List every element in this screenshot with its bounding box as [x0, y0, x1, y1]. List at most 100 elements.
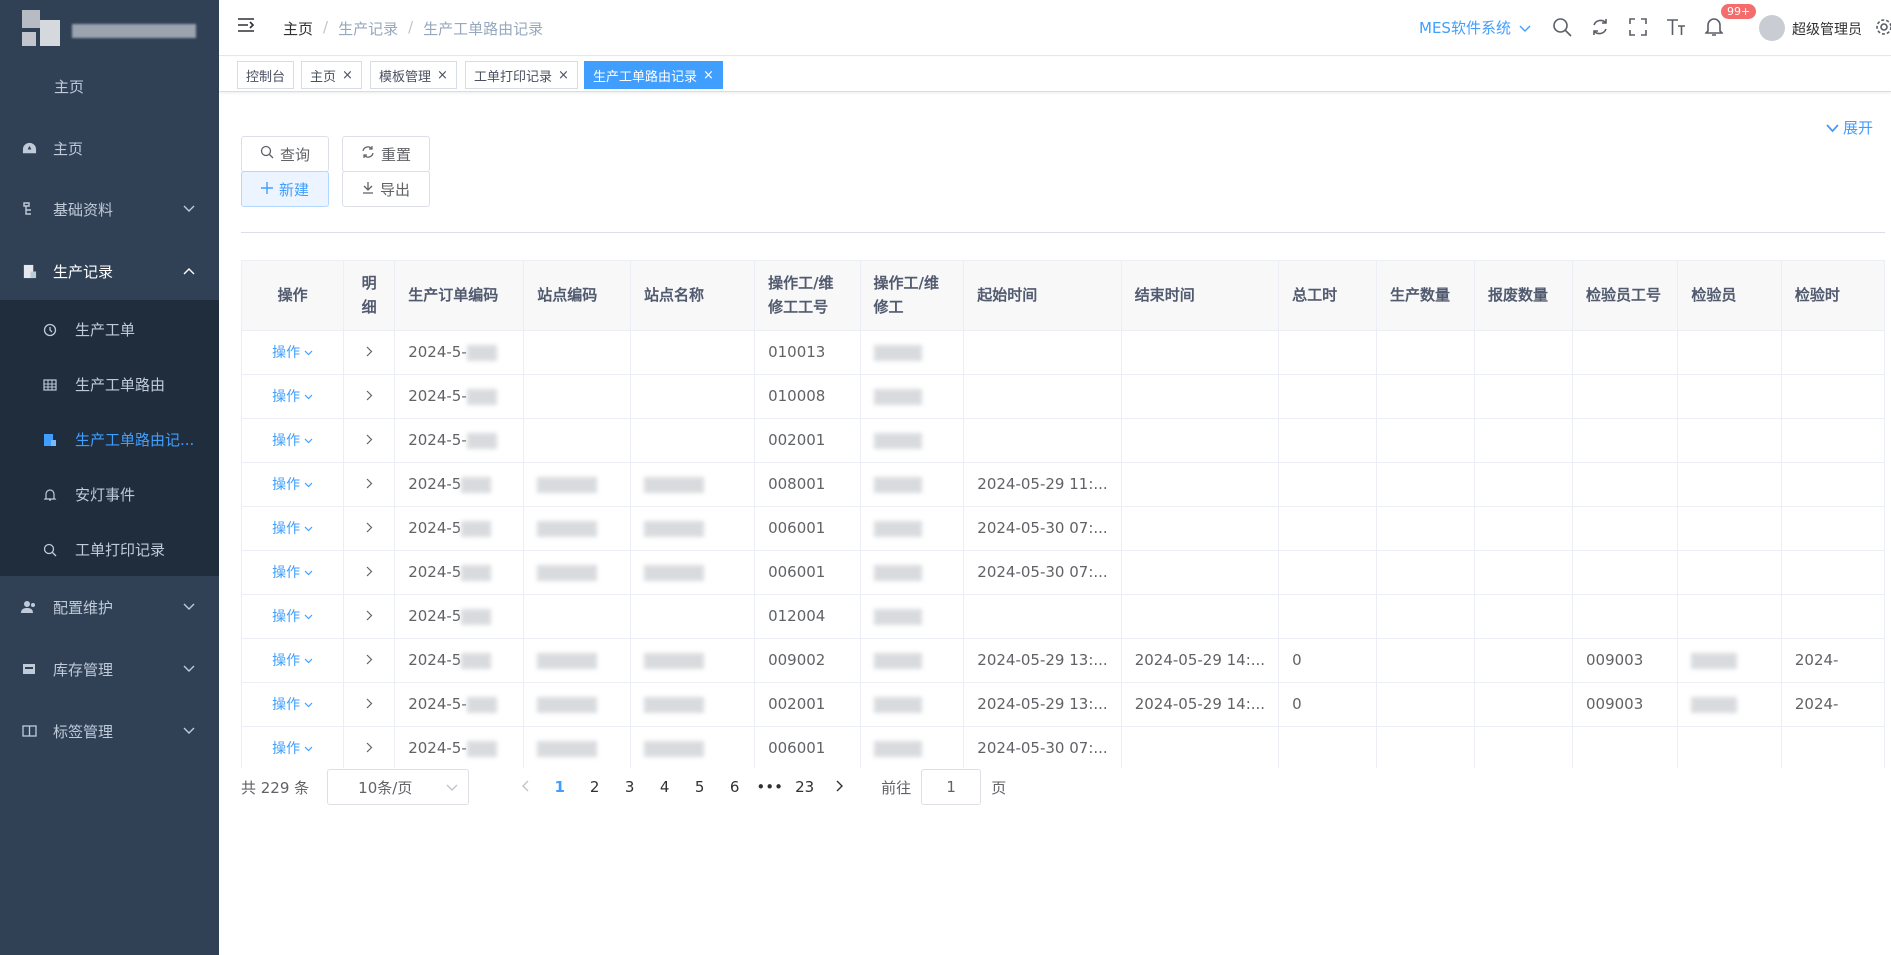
create-button[interactable]: 新建 [241, 171, 329, 207]
hamburger-icon[interactable] [237, 17, 255, 37]
chevron-right-icon[interactable] [366, 387, 373, 405]
avatar[interactable] [1759, 15, 1785, 41]
table-cell [860, 330, 965, 375]
chevron-right-icon[interactable] [366, 475, 373, 493]
user-name[interactable]: 超级管理员 [1792, 19, 1862, 39]
refresh-icon[interactable] [1589, 16, 1611, 38]
operation-dropdown[interactable]: 操作 [272, 694, 313, 714]
chevron-right-icon[interactable] [366, 651, 373, 669]
table-cell [1572, 462, 1679, 507]
table-row[interactable]: 操作 2024-5- 002001 [242, 418, 1885, 463]
search-icon[interactable] [1551, 16, 1573, 38]
page-number[interactable]: 3 [612, 778, 647, 796]
sidebar-item-andon-event[interactable]: 安灯事件 [0, 467, 219, 522]
page-number[interactable]: 6 [717, 778, 752, 796]
next-page-icon[interactable] [822, 778, 857, 796]
operation-cell: 操作 [242, 726, 345, 768]
table-row[interactable]: 操作 2024-5- 010008 [242, 374, 1885, 419]
sidebar-item-work-order[interactable]: 生产工单 [0, 302, 219, 357]
more-pages-icon[interactable]: ••• [752, 778, 787, 796]
chevron-right-icon[interactable] [366, 431, 373, 449]
close-icon[interactable]: × [558, 68, 569, 83]
export-button[interactable]: 导出 [342, 171, 430, 207]
operation-dropdown[interactable]: 操作 [272, 562, 313, 582]
sidebar-item-home[interactable]: 主页 [0, 120, 219, 176]
page-number[interactable]: 4 [647, 778, 682, 796]
table-cell [1474, 330, 1573, 375]
tag-home[interactable]: 主页 × [301, 61, 362, 89]
sidebar-item-work-order-route-record[interactable]: 生产工单路由记... [0, 412, 219, 467]
bell-icon[interactable] [1703, 16, 1725, 38]
chevron-right-icon[interactable] [366, 343, 373, 361]
operation-dropdown[interactable]: 操作 [272, 650, 313, 670]
prev-page-icon[interactable] [507, 778, 542, 796]
tag-console[interactable]: 控制台 [237, 61, 295, 89]
table-row[interactable]: 操作 2024-5- 010013 [242, 330, 1885, 375]
operation-dropdown[interactable]: 操作 [272, 518, 313, 538]
breadcrumb-item-home[interactable]: 主页 [283, 18, 313, 39]
operation-dropdown[interactable]: 操作 [272, 430, 313, 450]
expand-link[interactable]: 展开 [1826, 117, 1873, 138]
sidebar-item-label: 安灯事件 [75, 486, 136, 504]
sidebar-item-print-record[interactable]: 工单打印记录 [0, 522, 219, 577]
page-number[interactable]: 23 [787, 778, 822, 796]
page-number[interactable]: 2 [577, 778, 612, 796]
font-size-icon[interactable] [1665, 16, 1687, 38]
column-header: 操作工/维修工 [860, 261, 965, 331]
page-size-select[interactable]: 10条/页 [327, 769, 470, 805]
table-row[interactable]: 操作 2024-5- 002001 2024-05-29 13:... 2024-05-… [242, 682, 1885, 727]
detail-cell[interactable] [343, 638, 396, 683]
table-row[interactable]: 操作 2024-5 008001 2024-05-29 11:... [242, 462, 1885, 507]
table-row[interactable]: 操作 2024-5 006001 2024-05-30 07:... [242, 550, 1885, 595]
chevron-right-icon[interactable] [366, 519, 373, 537]
table-row[interactable]: 操作 2024-5 009002 2024-05-29 13:... 2024-05-2… [242, 638, 1885, 683]
detail-cell[interactable] [343, 594, 396, 639]
page-number[interactable]: 5 [682, 778, 717, 796]
detail-cell[interactable] [343, 506, 396, 551]
fullscreen-icon[interactable] [1627, 16, 1649, 38]
sidebar-item-work-order-route[interactable]: 生产工单路由 [0, 357, 219, 412]
chevron-right-icon[interactable] [366, 607, 373, 625]
column-header: 站点名称 [630, 261, 756, 331]
sidebar-item-label-mgmt[interactable]: 标签管理 [0, 703, 219, 759]
gear-icon[interactable] [1873, 16, 1891, 38]
tag-template-mgmt[interactable]: 模板管理 × [370, 61, 457, 89]
close-icon[interactable]: × [703, 68, 714, 83]
operation-cell: 操作 [242, 374, 345, 419]
table-cell: 2024-5- [394, 330, 525, 375]
operation-dropdown[interactable]: 操作 [272, 386, 313, 406]
table-row[interactable]: 操作 2024-5- 006001 2024-05-30 07:... [242, 726, 1885, 768]
sidebar-item-inventory[interactable]: 库存管理 [0, 641, 219, 697]
close-icon[interactable]: × [342, 68, 353, 83]
tag-print-record[interactable]: 工单打印记录 × [465, 61, 578, 89]
detail-cell[interactable] [343, 374, 396, 419]
detail-cell[interactable] [343, 682, 396, 727]
detail-cell[interactable] [343, 418, 396, 463]
cell-value: 2024-5 [408, 651, 462, 669]
operation-dropdown[interactable]: 操作 [272, 474, 313, 494]
detail-cell[interactable] [343, 462, 396, 507]
table-row[interactable]: 操作 2024-5 006001 2024-05-30 07:... [242, 506, 1885, 551]
chevron-right-icon[interactable] [366, 695, 373, 713]
table-row[interactable]: 操作 2024-5 012004 [242, 594, 1885, 639]
reset-button[interactable]: 重置 [342, 136, 430, 172]
operation-dropdown[interactable]: 操作 [272, 606, 313, 626]
operation-dropdown[interactable]: 操作 [272, 738, 313, 758]
table-cell [523, 594, 632, 639]
detail-cell[interactable] [343, 726, 396, 768]
system-select[interactable]: MES软件系统 [1419, 17, 1531, 38]
page-number[interactable]: 1 [542, 778, 577, 796]
sidebar-item-config[interactable]: 配置维护 [0, 579, 219, 635]
sidebar-item-basic-data[interactable]: 基础资料 [0, 181, 219, 237]
detail-cell[interactable] [343, 550, 396, 595]
chevron-right-icon[interactable] [366, 739, 373, 757]
goto-page-input[interactable]: 1 [921, 769, 982, 805]
operation-dropdown[interactable]: 操作 [272, 342, 313, 362]
sidebar-item-production-records[interactable]: 生产记录 [0, 243, 219, 299]
chevron-right-icon[interactable] [366, 563, 373, 581]
sidebar-item-home-top[interactable]: 主页 [0, 58, 219, 114]
detail-cell[interactable] [343, 330, 396, 375]
tag-route-record[interactable]: 生产工单路由记录 × [584, 61, 723, 89]
query-button[interactable]: 查询 [241, 136, 329, 172]
close-icon[interactable]: × [437, 68, 448, 83]
